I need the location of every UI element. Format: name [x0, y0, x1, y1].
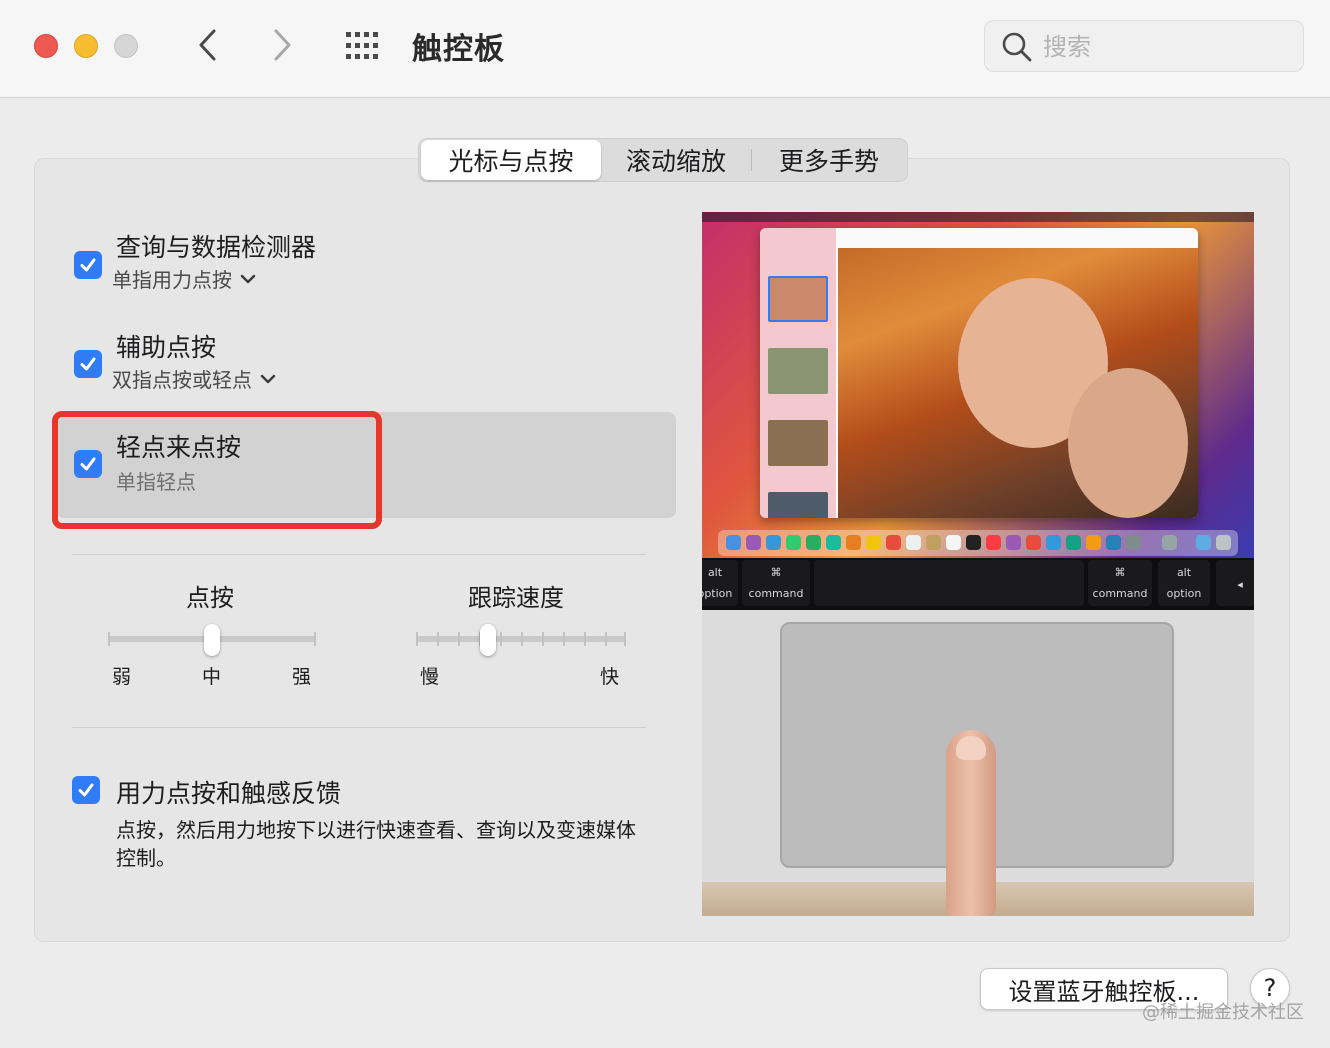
divider	[72, 727, 646, 728]
preview-menubar	[702, 212, 1254, 222]
show-all-button[interactable]	[344, 30, 384, 62]
preview-finger	[946, 730, 996, 916]
tab-point-and-click[interactable]: 光标与点按	[421, 140, 601, 180]
force-click-title: 用力点按和触感反馈	[116, 779, 342, 808]
zoom-window-button[interactable]	[114, 34, 138, 58]
preview-app-window	[760, 228, 1198, 518]
preview-thumbnail	[768, 420, 828, 466]
slider-tick	[437, 632, 439, 646]
secondary-click-subtitle: 双指点按或轻点	[112, 368, 252, 392]
back-button[interactable]	[188, 22, 228, 68]
chevron-down-icon	[260, 374, 276, 383]
tracking-slider-label: 跟踪速度	[468, 584, 564, 612]
checkmark-icon	[80, 357, 96, 371]
tab-scroll-and-zoom[interactable]: 滚动缩放	[601, 140, 751, 180]
slider-tick	[605, 632, 607, 646]
tracking-slider-knob[interactable]	[480, 624, 496, 656]
title-bar: 触控板	[0, 0, 1330, 98]
lookup-checkbox[interactable]	[74, 251, 102, 279]
chevron-right-icon	[274, 29, 291, 61]
chevron-left-icon	[199, 29, 216, 61]
lookup-subtitle: 单指用力点按	[112, 268, 232, 292]
preview-photo	[838, 248, 1198, 518]
preview-dock	[718, 530, 1238, 556]
window-title: 触控板	[412, 32, 505, 67]
slider-tick	[500, 632, 502, 646]
divider	[72, 554, 646, 555]
slider-tick	[521, 632, 523, 646]
tracking-fast-label: 快	[600, 666, 620, 688]
secondary-click-checkbox[interactable]	[74, 350, 102, 378]
preview-thumbnail	[768, 492, 828, 518]
click-medium-label: 中	[202, 666, 222, 688]
search-icon	[1002, 32, 1032, 62]
click-slider-label: 点按	[186, 584, 234, 612]
force-click-checkbox[interactable]	[72, 776, 100, 804]
preview-key-arrow: ◂	[1216, 560, 1254, 606]
tab-bar: 光标与点按 滚动缩放 更多手势	[418, 138, 908, 182]
preview-thumbnail	[768, 348, 828, 394]
preview-face	[1068, 368, 1188, 518]
lookup-title: 查询与数据检测器	[116, 233, 317, 262]
slider-tick	[458, 632, 460, 646]
forward-button[interactable]	[262, 22, 302, 68]
tracking-slow-label: 慢	[420, 666, 440, 688]
click-strong-label: 强	[292, 666, 312, 688]
preview-key-option-left: alt option	[702, 560, 738, 606]
watermark: @稀土掘金技术社区	[1142, 1002, 1304, 1023]
checkmark-icon	[78, 783, 94, 797]
preview-thumbnail	[768, 276, 828, 322]
search-input[interactable]	[1043, 29, 1283, 65]
slider-tick	[542, 632, 544, 646]
slider-tick	[624, 632, 626, 646]
preview-keyboard: alt option ⌘ command ⌘ command alt optio…	[702, 558, 1254, 610]
grid-icon	[346, 32, 378, 59]
search-field[interactable]	[984, 20, 1304, 72]
annotation-highlight-box	[52, 411, 382, 529]
secondary-click-popup[interactable]: 双指点按或轻点	[112, 364, 276, 393]
preview-key-option-right: alt option	[1158, 560, 1210, 606]
slider-tick	[108, 632, 110, 646]
tab-more-gestures[interactable]: 更多手势	[752, 140, 906, 180]
force-click-description: 点按，然后用力地按下以进行快速查看、查询以及变速媒体控制。	[116, 818, 636, 870]
lookup-gesture-popup[interactable]: 单指用力点按	[112, 264, 256, 293]
preview-screen	[702, 212, 1254, 558]
gesture-preview-video: alt option ⌘ command ⌘ command alt optio…	[702, 212, 1254, 916]
secondary-click-title: 辅助点按	[116, 333, 217, 362]
preview-key-command-right: ⌘ command	[1088, 560, 1152, 606]
preview-sidebar	[760, 228, 836, 518]
slider-tick	[584, 632, 586, 646]
slider-tick	[563, 632, 565, 646]
minimize-window-button[interactable]	[74, 34, 98, 58]
close-window-button[interactable]	[34, 34, 58, 58]
click-weak-label: 弱	[112, 666, 132, 688]
preview-key-command-left: ⌘ command	[742, 560, 810, 606]
click-slider-knob[interactable]	[204, 624, 220, 656]
preview-key-space	[814, 560, 1084, 606]
checkmark-icon	[80, 258, 96, 272]
slider-tick	[416, 632, 418, 646]
chevron-down-icon	[240, 274, 256, 283]
slider-tick	[314, 632, 316, 646]
